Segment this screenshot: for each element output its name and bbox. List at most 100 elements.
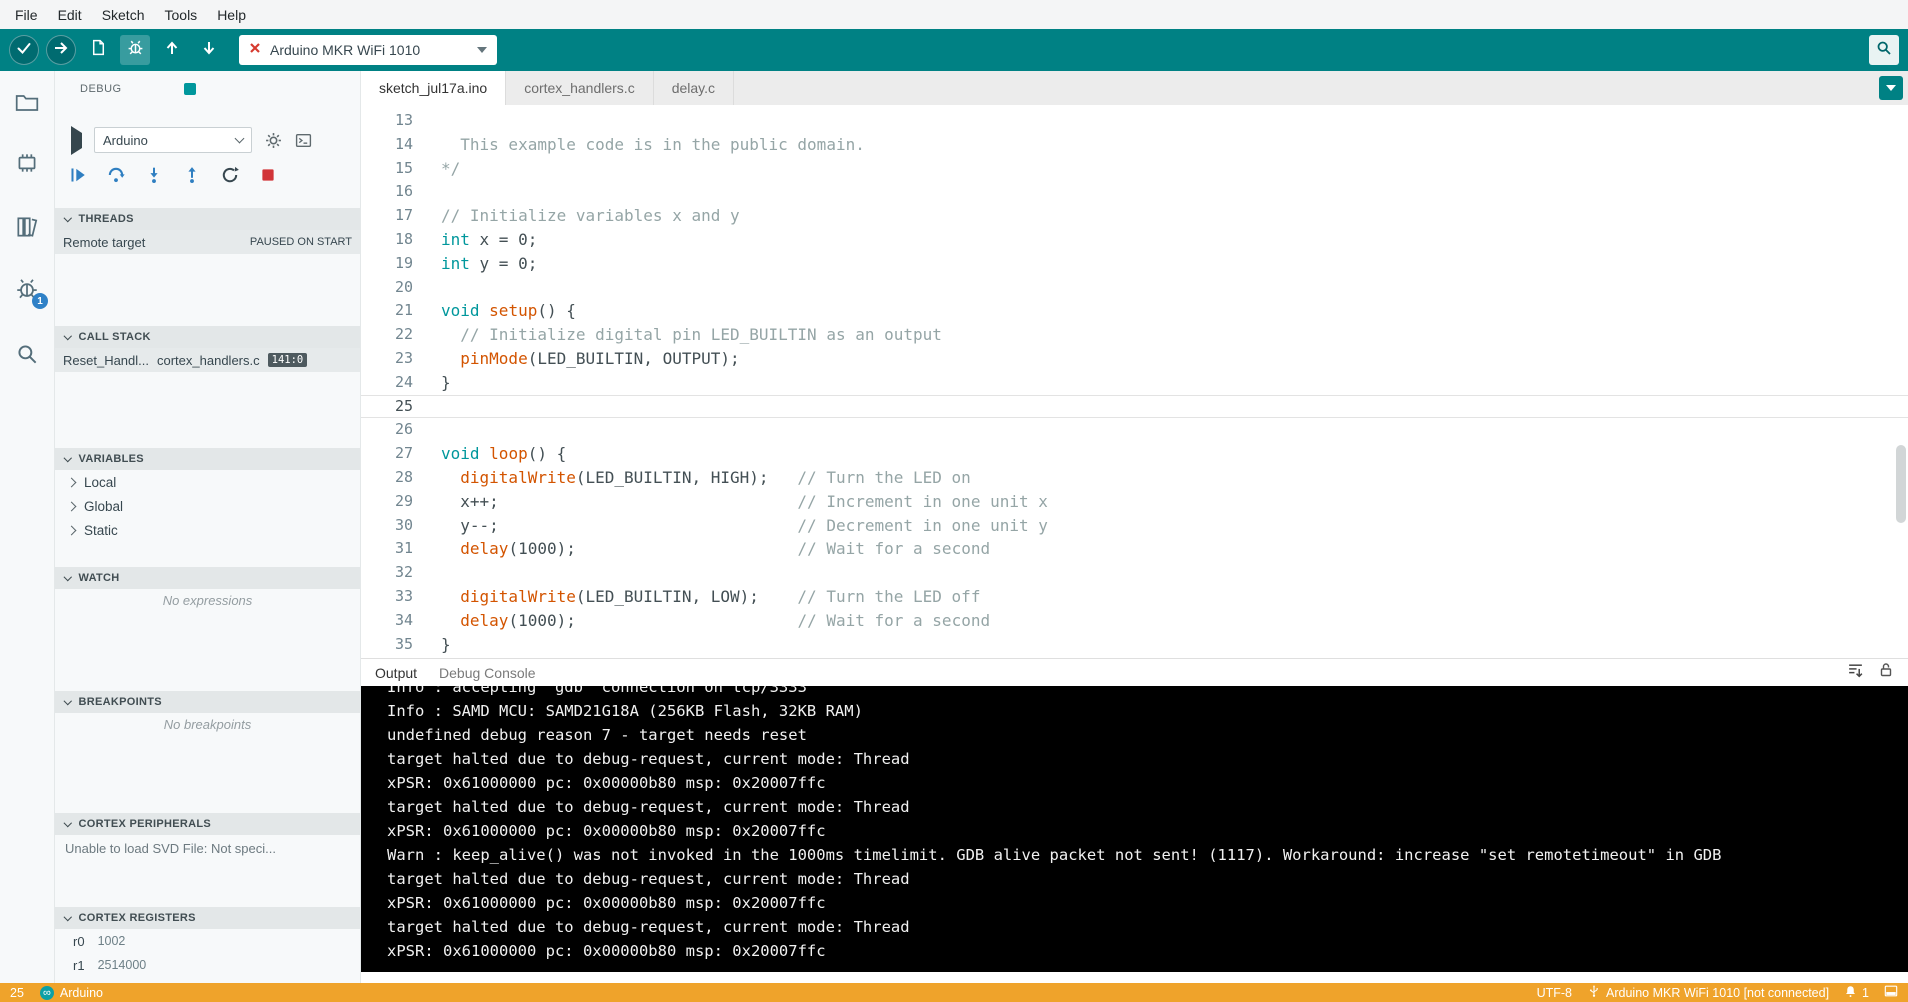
start-debug-button[interactable] [71,133,82,148]
line-number[interactable]: 21 [361,299,441,323]
code-line-31[interactable]: 31 delay(1000); // Wait for a second [361,537,1908,561]
restart-button[interactable] [221,166,239,184]
variables-item-global[interactable]: Global [55,494,360,518]
step-out-button[interactable] [183,166,201,184]
gear-icon[interactable] [264,131,282,149]
thread-row[interactable]: Remote target PAUSED ON START [55,230,360,254]
variables-item-static[interactable]: Static [55,518,360,542]
code-line-29[interactable]: 29 x++; // Increment in one unit x [361,490,1908,514]
step-into-button[interactable] [145,166,163,184]
call-stack-row[interactable]: Reset_Handl... cortex_handlers.c 141:0 [55,348,360,372]
step-over-button[interactable] [107,166,125,184]
code-line-25[interactable]: 25 [361,395,1908,419]
debug-config-select[interactable]: Arduino [94,127,252,153]
scrollbar-thumb[interactable] [1896,445,1906,523]
line-number[interactable]: 29 [361,490,441,514]
variables-item-local[interactable]: Local [55,470,360,494]
autoscroll-icon[interactable] [1847,662,1864,684]
menu-edit[interactable]: Edit [49,3,91,27]
variables-section-header[interactable]: VARIABLES [55,448,360,470]
code-line-16[interactable]: 16 [361,180,1908,204]
register-row-r0[interactable]: r01002 [55,929,360,953]
code-line-35[interactable]: 35} [361,633,1908,657]
board-status-indicator[interactable]: Arduino MKR WiFi 1010 [not connected] [1587,984,1829,1001]
code-line-27[interactable]: 27void loop() { [361,442,1908,466]
code-line-26[interactable]: 26 [361,418,1908,442]
line-number[interactable]: 23 [361,347,441,371]
cortex-registers-section-header[interactable]: CORTEX REGISTERS [55,907,360,929]
line-number[interactable]: 35 [361,633,441,657]
code-line-20[interactable]: 20 [361,276,1908,300]
debug-button[interactable] [120,35,150,65]
cortex-peripherals-section-header[interactable]: CORTEX PERIPHERALS [55,813,360,835]
line-number[interactable]: 13 [361,109,441,133]
new-sketch-button[interactable] [83,35,113,65]
code-line-28[interactable]: 28 digitalWrite(LED_BUILTIN, HIGH); // T… [361,466,1908,490]
call-stack-section-header[interactable]: CALL STACK [55,326,360,348]
code-line-34[interactable]: 34 delay(1000); // Wait for a second [361,609,1908,633]
tab-overflow-button[interactable] [1879,76,1903,100]
code-line-24[interactable]: 24} [361,371,1908,395]
tab-debug-console[interactable]: Debug Console [439,665,536,681]
line-number[interactable]: 18 [361,228,441,252]
watch-section-header[interactable]: WATCH [55,567,360,589]
debug-sidebar-icon[interactable]: 1 [11,273,43,305]
register-row-r1[interactable]: r12514000 [55,953,360,977]
code-line-32[interactable]: 32 [361,561,1908,585]
board-selector[interactable]: Arduino MKR WiFi 1010 [239,35,497,65]
code-line-15[interactable]: 15*/ [361,157,1908,181]
menu-file[interactable]: File [6,3,47,27]
debug-console-icon[interactable] [294,131,312,149]
serial-monitor-button[interactable] [1869,35,1899,65]
editor-tab-sketch_jul17a.ino[interactable]: sketch_jul17a.ino [361,71,506,105]
encoding-indicator[interactable]: UTF-8 [1537,986,1572,1000]
stop-button[interactable] [259,166,277,184]
upload-button[interactable] [46,35,76,65]
library-manager-icon[interactable] [11,211,43,243]
line-number[interactable]: 27 [361,442,441,466]
line-number[interactable]: 16 [361,180,441,204]
line-number[interactable]: 26 [361,418,441,442]
line-number[interactable]: 24 [361,371,441,395]
code-line-14[interactable]: 14 This example code is in the public do… [361,133,1908,157]
threads-section-header[interactable]: THREADS [55,208,360,230]
line-number[interactable]: 17 [361,204,441,228]
panel-toggle-icon[interactable] [1884,984,1898,1001]
line-number[interactable]: 32 [361,561,441,585]
code-line-22[interactable]: 22 // Initialize digital pin LED_BUILTIN… [361,323,1908,347]
arrow-up-button[interactable] [157,35,187,65]
code-line-30[interactable]: 30 y--; // Decrement in one unit y [361,514,1908,538]
continue-button[interactable] [69,166,87,184]
line-number[interactable]: 28 [361,466,441,490]
editor-tab-cortex_handlers.c[interactable]: cortex_handlers.c [506,71,654,105]
code-line-21[interactable]: 21void setup() { [361,299,1908,323]
line-number[interactable]: 34 [361,609,441,633]
line-number[interactable]: 33 [361,585,441,609]
cursor-line-indicator[interactable]: 25 [10,986,24,1000]
brand-item[interactable]: ∞ Arduino [40,986,103,1000]
menu-sketch[interactable]: Sketch [93,3,154,27]
output-console[interactable]: Info : accepting 'gdb' connection on tcp… [361,686,1908,972]
editor-tab-delay.c[interactable]: delay.c [654,71,734,105]
code-line-19[interactable]: 19int y = 0; [361,252,1908,276]
arrow-down-button[interactable] [194,35,224,65]
line-number[interactable]: 19 [361,252,441,276]
notifications-indicator[interactable]: 1 [1844,985,1869,1001]
line-number[interactable]: 22 [361,323,441,347]
verify-button[interactable] [9,35,39,65]
tab-output[interactable]: Output [375,665,417,681]
boards-manager-icon[interactable] [11,147,43,179]
menu-tools[interactable]: Tools [156,3,207,27]
editor-scrollbar[interactable] [1894,105,1908,658]
line-number[interactable]: 20 [361,276,441,300]
line-number[interactable]: 30 [361,514,441,538]
line-number[interactable]: 25 [361,395,441,419]
lock-icon[interactable] [1878,662,1894,683]
line-number[interactable]: 15 [361,157,441,181]
search-icon[interactable] [11,338,43,370]
sketchbook-folder-icon[interactable] [11,87,43,119]
line-number[interactable]: 14 [361,133,441,157]
code-line-17[interactable]: 17// Initialize variables x and y [361,204,1908,228]
breakpoints-section-header[interactable]: BREAKPOINTS [55,691,360,713]
menu-help[interactable]: Help [208,3,255,27]
